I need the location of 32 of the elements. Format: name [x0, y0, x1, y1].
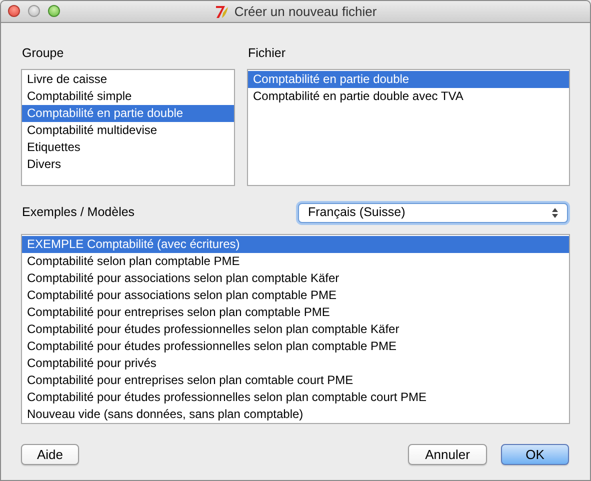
- list-item[interactable]: Comptabilité pour associations selon plan comptable PME: [22, 286, 569, 304]
- zoom-button[interactable]: [48, 5, 60, 17]
- section-label: Groupe: [22, 45, 65, 62]
- list-item[interactable]: Etiquettes: [22, 138, 234, 156]
- list-item[interactable]: Comptabilité simple: [22, 88, 234, 105]
- list-item[interactable]: Comptabilité pour études professionnelles selon plan comptable PME: [22, 338, 569, 355]
- help-button[interactable]: Aide: [21, 444, 79, 465]
- list-item[interactable]: Divers: [22, 156, 234, 173]
- window-title: Créer un nouveau fichier: [234, 2, 377, 21]
- list-item[interactable]: EXEMPLE Comptabilité (avec écritures): [22, 236, 569, 253]
- minimize-button[interactable]: [28, 5, 40, 17]
- app-logo-icon: [214, 4, 230, 20]
- list-item[interactable]: Comptabilité multidevise: [22, 122, 234, 139]
- section-label: Exemples / Modèles: [22, 204, 135, 222]
- cancel-button[interactable]: Annuler: [408, 444, 487, 465]
- list-item[interactable]: Nouveau vide (sans données, sans plan comptable): [22, 406, 569, 423]
- list-item[interactable]: Comptabilité selon plan comptable PME: [22, 252, 569, 270]
- list-item[interactable]: Comptabilité en partie double avec TVA: [248, 88, 569, 105]
- list-item[interactable]: Comptabilité en partie double: [22, 104, 234, 122]
- close-button[interactable]: [8, 5, 20, 17]
- list-item[interactable]: Comptabilité pour associations selon plan comptable Käfer: [22, 270, 569, 287]
- up-down-arrows-icon: [552, 208, 558, 218]
- list-item[interactable]: Comptabilité pour études professionnelles selon plan comptable Käfer: [22, 320, 569, 338]
- list-item[interactable]: Comptabilité pour privés: [22, 354, 569, 372]
- ok-button[interactable]: OK: [501, 444, 569, 465]
- list-item[interactable]: Comptabilité pour entreprises selon plan comptable PME: [22, 304, 569, 321]
- language-dropdown[interactable]: Français (Suisse): [298, 202, 568, 223]
- list-item[interactable]: Comptabilité en partie double: [248, 70, 569, 88]
- section-label: Fichier: [248, 45, 287, 62]
- list-item[interactable]: Comptabilité pour études professionnelles selon plan comptable court PME: [22, 388, 569, 406]
- list-item[interactable]: Livre de caisse: [22, 70, 234, 88]
- list-item[interactable]: Comptabilité pour entreprises selon plan comtable court PME: [22, 372, 569, 389]
